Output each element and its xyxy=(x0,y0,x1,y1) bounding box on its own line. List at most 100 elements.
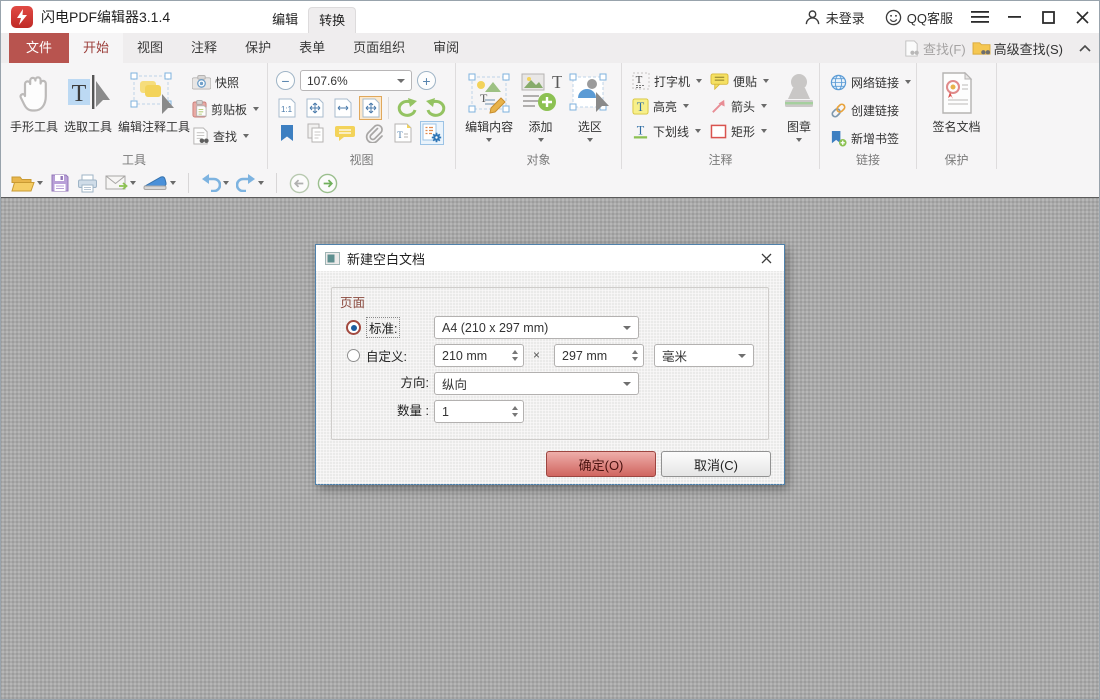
unit-combobox[interactable]: 毫米 xyxy=(654,344,754,367)
zoom-in-button[interactable]: + xyxy=(417,71,436,90)
qq-support-button[interactable]: QQ客服 xyxy=(875,1,963,33)
height-up-icon[interactable] xyxy=(632,350,638,354)
width-down-icon[interactable] xyxy=(512,357,518,361)
attachments-button[interactable] xyxy=(363,122,385,144)
typewriter-button[interactable]: T 打字机 xyxy=(632,70,703,92)
undo-dropdown-icon xyxy=(223,181,229,185)
next-view-button[interactable] xyxy=(317,173,338,194)
previous-view-button[interactable] xyxy=(289,173,310,194)
maximize-button[interactable] xyxy=(1031,1,1065,33)
email-button[interactable] xyxy=(105,175,136,191)
save-button[interactable] xyxy=(50,173,70,193)
paper-size-combobox[interactable]: A4 (210 x 297 mm) xyxy=(434,316,639,339)
print-button[interactable] xyxy=(77,174,98,193)
page-thumbnails-button[interactable] xyxy=(305,122,327,144)
arrow-icon xyxy=(710,98,727,115)
quick-access-toolbar xyxy=(1,169,1099,198)
document-canvas: 新建空白文档 页面 标准: A4 (210 x 297 mm) 自定义: 210… xyxy=(1,198,1099,699)
scanner-button[interactable] xyxy=(143,175,176,191)
fit-page-button[interactable] xyxy=(304,97,325,119)
text-properties-button[interactable]: T xyxy=(392,122,414,144)
advanced-find-button[interactable]: 高级查找(S) xyxy=(972,39,1063,58)
find-button[interactable]: 查找 xyxy=(192,125,259,147)
orientation-combobox[interactable]: 纵向 xyxy=(434,372,639,395)
ribbon-tab-bar: 文件 开始 视图 注释 保护 表单 页面组织 审阅 查找(F) 高级查找(S) xyxy=(1,33,1099,63)
mode-tab-convert[interactable]: 转换 xyxy=(308,7,357,33)
quantity-down-icon[interactable] xyxy=(512,413,518,417)
actual-size-button[interactable]: 1:1 xyxy=(276,97,297,119)
hand-tool-button[interactable]: 手形工具 xyxy=(7,68,61,137)
edit-annotation-icon xyxy=(128,70,180,116)
tab-review[interactable]: 审阅 xyxy=(419,33,473,63)
custom-radio[interactable] xyxy=(347,349,360,362)
dialog-close-button[interactable] xyxy=(757,249,775,267)
find-dropdown-icon xyxy=(243,134,249,138)
svg-text:T: T xyxy=(397,130,403,140)
zoom-level-combobox[interactable]: 107.6% xyxy=(300,70,412,91)
height-down-icon[interactable] xyxy=(632,357,638,361)
clipboard-icon xyxy=(192,100,207,118)
tab-file[interactable]: 文件 xyxy=(9,33,70,63)
edit-content-dropdown-icon xyxy=(486,138,493,142)
underline-button[interactable]: T 下划线 xyxy=(632,120,702,142)
select-tool-button[interactable]: T 选取工具 xyxy=(61,68,115,137)
cancel-button[interactable]: 取消(C) xyxy=(661,451,771,477)
quantity-spinner[interactable]: 1 xyxy=(434,400,524,423)
stamp-button[interactable]: 图章 xyxy=(777,68,821,144)
rotate-left-button[interactable] xyxy=(396,97,418,119)
fit-visible-button[interactable] xyxy=(359,96,383,120)
sticky-note-button[interactable]: 便贴 xyxy=(710,70,770,92)
menu-button[interactable] xyxy=(963,1,997,33)
sign-document-button[interactable]: 签名文档 xyxy=(923,68,990,137)
standard-label[interactable]: 标准: xyxy=(365,317,401,338)
quantity-up-icon[interactable] xyxy=(512,406,518,410)
collapse-ribbon-button[interactable] xyxy=(1079,44,1091,52)
hand-icon xyxy=(15,70,53,116)
login-button[interactable]: 未登录 xyxy=(794,1,875,33)
sticky-note-icon xyxy=(710,72,729,90)
tab-form[interactable]: 表单 xyxy=(285,33,339,63)
tab-home[interactable]: 开始 xyxy=(69,33,124,63)
dialog-body: 页面 标准: A4 (210 x 297 mm) 自定义: 210 mm × 2… xyxy=(316,271,784,485)
zoom-out-button[interactable]: − xyxy=(276,71,295,90)
rectangle-button[interactable]: 矩形 xyxy=(710,120,769,142)
ok-button[interactable]: 确定(O) xyxy=(546,451,656,477)
fit-width-button[interactable] xyxy=(332,97,353,119)
arrow-button[interactable]: 箭头 xyxy=(710,95,769,117)
typewriter-dropdown-icon xyxy=(696,79,703,83)
titlebar: 闪电PDF编辑器3.1.4 编辑 转换 未登录 QQ客服 xyxy=(1,1,1099,33)
find-button-top[interactable]: 查找(F) xyxy=(903,39,966,58)
custom-height-spinner[interactable]: 297 mm xyxy=(554,344,644,367)
open-file-button[interactable] xyxy=(11,174,43,192)
advanced-find-folder-icon xyxy=(972,40,991,56)
tab-view[interactable]: 视图 xyxy=(123,33,177,63)
custom-width-spinner[interactable]: 210 mm xyxy=(434,344,524,367)
comments-panel-button[interactable] xyxy=(334,122,356,144)
email-dropdown-icon xyxy=(130,181,136,185)
clipboard-dropdown-icon xyxy=(253,107,259,111)
width-up-icon[interactable] xyxy=(512,350,518,354)
tab-protect[interactable]: 保护 xyxy=(231,33,285,63)
bookmark-panel-button[interactable] xyxy=(276,122,298,144)
settings-button[interactable] xyxy=(420,121,444,145)
highlight-button[interactable]: T 高亮 xyxy=(632,95,702,117)
find-doc-icon xyxy=(903,39,920,57)
add-object-button[interactable]: T 添加 xyxy=(517,68,565,144)
rotate-right-button[interactable] xyxy=(425,97,447,119)
minimize-button[interactable] xyxy=(997,1,1031,33)
web-link-button[interactable]: 网络链接 xyxy=(830,71,912,93)
tab-comment[interactable]: 注释 xyxy=(177,33,231,63)
selection-button[interactable]: 选区 xyxy=(565,68,615,144)
snapshot-button[interactable]: 快照 xyxy=(191,71,259,93)
add-bookmark-button[interactable]: 新增书签 xyxy=(830,127,906,149)
tab-page-organize[interactable]: 页面组织 xyxy=(339,33,419,63)
standard-radio[interactable] xyxy=(346,320,361,335)
edit-content-button[interactable]: T 编辑内容 xyxy=(462,68,516,144)
close-button[interactable] xyxy=(1065,1,1099,33)
undo-button[interactable] xyxy=(201,174,229,192)
redo-button[interactable] xyxy=(236,174,264,192)
create-link-button[interactable]: 创建链接 xyxy=(830,99,906,121)
clipboard-button[interactable]: 剪贴板 xyxy=(192,98,259,120)
edit-annotation-tool-button[interactable]: 编辑注释工具 xyxy=(115,68,193,137)
mode-tab-edit[interactable]: 编辑 xyxy=(262,7,308,33)
